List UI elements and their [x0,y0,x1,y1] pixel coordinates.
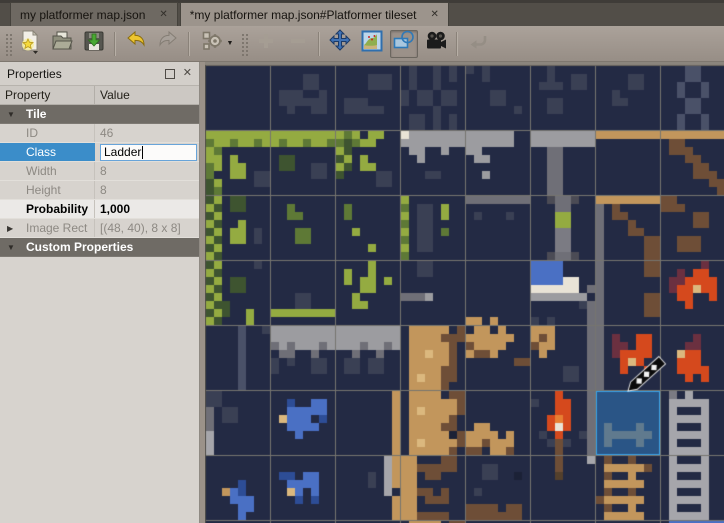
property-name-cell: Probability [0,200,95,218]
undo-button[interactable] [122,30,150,58]
save-icon [81,28,107,59]
undo-icon [123,28,149,59]
remove-tiles-button [284,30,312,58]
float-panel-icon[interactable] [165,69,175,79]
open-button[interactable] [48,30,76,58]
property-name-cell: ID [0,124,95,142]
tab-bar: my platformer map.json ✕ *my platformer ma… [0,0,724,26]
section-label: Custom Properties [26,240,133,254]
properties-panel: Properties ✕ Property Value ▼ Tile ID 46 Cla… [0,62,200,523]
add-tiles-button [252,30,280,58]
property-value-cell: 8 [95,181,199,199]
property-name: Probability [26,202,88,216]
property-name-cell: Class [0,143,95,161]
text-caret [142,146,143,159]
new-map-button[interactable] [16,30,44,58]
property-name: Width [26,164,57,178]
tile-animation-icon [423,28,449,59]
property-row-class[interactable]: Class Ladder [0,143,199,162]
chevron-expanded-icon[interactable]: ▼ [7,110,15,119]
property-name-cell: Width [0,162,95,180]
property-name: ID [26,126,38,140]
property-row-height[interactable]: Height 8 [0,181,199,200]
input-text: Ladder [104,145,141,159]
properties-panel-title: Properties [7,67,62,81]
close-panel-icon[interactable]: ✕ [183,68,192,79]
save-button[interactable] [80,30,108,58]
commands-button[interactable]: ▼ [196,30,236,58]
toolbar-separator [188,32,190,56]
property-value-cell: 46 [95,124,199,142]
toolbar-separator [318,32,320,56]
new-map-icon [17,28,43,59]
remove-tiles-icon [285,28,311,59]
toolbar-grip-handle[interactable] [4,32,12,56]
redo-icon [155,28,181,59]
property-row-id[interactable]: ID 46 [0,124,199,143]
move-tool-icon [327,28,353,59]
close-tab-icon[interactable]: ✕ [159,9,167,20]
property-value: 8 [100,164,107,178]
tab-tileset[interactable]: *my platformer map.json#Platformer tiles… [180,2,449,26]
tab-label: *my platformer map.json#Platformer tiles… [190,8,417,22]
tileset-view[interactable] [205,62,724,523]
property-column-header: Property [0,86,95,104]
tab-label: my platformer map.json [20,8,145,22]
toolbar-separator [114,32,116,56]
value-column-header: Value [95,88,130,102]
property-name: Class [26,145,56,159]
property-name: Height [26,183,61,197]
property-name-cell: ▶ Image Rect [0,219,95,237]
toolbar: ▼ [0,26,724,62]
edit-tileset-icon [359,28,385,59]
properties-panel-titlebar: Properties ✕ [0,62,199,86]
property-section-tile[interactable]: ▼ Tile [0,105,199,124]
chevron-collapsed-icon[interactable]: ▶ [7,224,13,233]
property-value: 1,000 [100,202,130,216]
tab-map[interactable]: my platformer map.json ✕ [10,2,178,26]
select-objects-icon [391,28,417,59]
property-row-image-rect[interactable]: ▶ Image Rect [(48, 40), 8 x 8] [0,219,199,238]
properties-header: Property Value [0,86,199,105]
property-value-cell: Ladder [95,143,199,161]
chevron-expanded-icon[interactable]: ▼ [7,243,15,252]
close-tab-icon[interactable]: ✕ [431,9,439,20]
move-tool-button[interactable] [326,30,354,58]
add-tiles-icon [253,28,279,59]
select-objects-button[interactable] [390,30,418,58]
property-row-width[interactable]: Width 8 [0,162,199,181]
property-value: 8 [100,183,107,197]
class-value-input[interactable]: Ladder [100,144,197,161]
property-value: [(48, 40), 8 x 8] [100,221,181,235]
section-label: Tile [26,107,46,121]
chevron-down-icon: ▼ [227,40,234,47]
tile-animation-button[interactable] [422,30,450,58]
property-value-cell: 8 [95,162,199,180]
redo-button [154,30,182,58]
property-value: 46 [100,126,113,140]
property-section-custom-properties[interactable]: ▼ Custom Properties [0,238,199,257]
toolbar-separator [456,32,458,56]
property-value-cell: 1,000 [95,200,199,218]
property-row-probability[interactable]: Probability 1,000 [0,200,199,219]
property-value-cell: [(48, 40), 8 x 8] [95,219,199,237]
property-name-cell: Height [0,181,95,199]
open-icon [49,28,75,59]
jump-back-icon [465,28,491,59]
jump-back-button [464,30,492,58]
property-name: Image Rect [26,221,87,235]
commands-icon [199,28,225,59]
tiled-window: my platformer map.json ✕ *my platformer ma… [0,0,724,523]
edit-tileset-button[interactable] [358,30,386,58]
toolbar-grip-handle[interactable] [240,32,248,56]
properties-rows: ▼ Tile ID 46 Class Ladder Width 8 Height 8 Probabi… [0,105,199,523]
